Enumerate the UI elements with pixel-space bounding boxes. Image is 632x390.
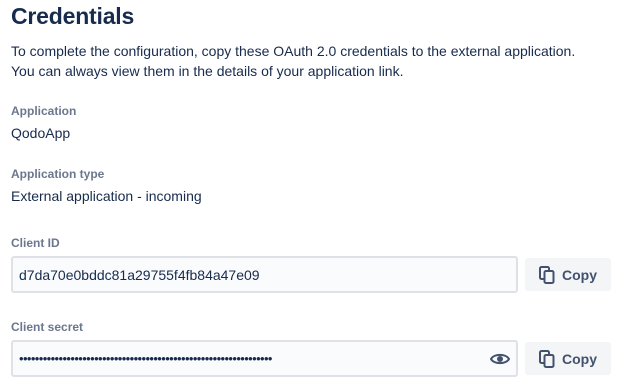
eye-icon[interactable] [490, 350, 510, 368]
description-line-1: To complete the configuration, copy thes… [11, 43, 576, 59]
copy-icon [539, 349, 555, 368]
client-id-field[interactable]: d7da70e0bddc81a29755f4fb84a47e09 [11, 256, 518, 293]
copy-icon [539, 265, 555, 284]
page-title: Credentials [11, 3, 135, 29]
credentials-page: Credentials To complete the configuratio… [0, 0, 632, 390]
client-secret-label: Client secret [11, 320, 84, 334]
client-secret-masked-value[interactable]: ••••••••••••••••••••••••••••••••••••••••… [19, 351, 437, 366]
copy-client-secret-label: Copy [562, 350, 597, 367]
application-label: Application [11, 104, 77, 118]
copy-client-id-label: Copy [562, 266, 597, 283]
copy-client-secret-button[interactable]: Copy [525, 342, 611, 375]
application-type-value: External application - incoming [11, 188, 202, 204]
client-id-label: Client ID [11, 236, 60, 250]
copy-client-id-button[interactable]: Copy [525, 258, 611, 291]
application-type-label: Application type [11, 167, 105, 181]
client-id-value[interactable]: d7da70e0bddc81a29755f4fb84a47e09 [19, 267, 260, 283]
client-secret-field[interactable]: ••••••••••••••••••••••••••••••••••••••••… [11, 340, 518, 377]
application-value: QodoApp [11, 125, 71, 141]
description-line-2: You can always view them in the details … [11, 63, 404, 79]
page-description: To complete the configuration, copy thes… [11, 41, 575, 81]
